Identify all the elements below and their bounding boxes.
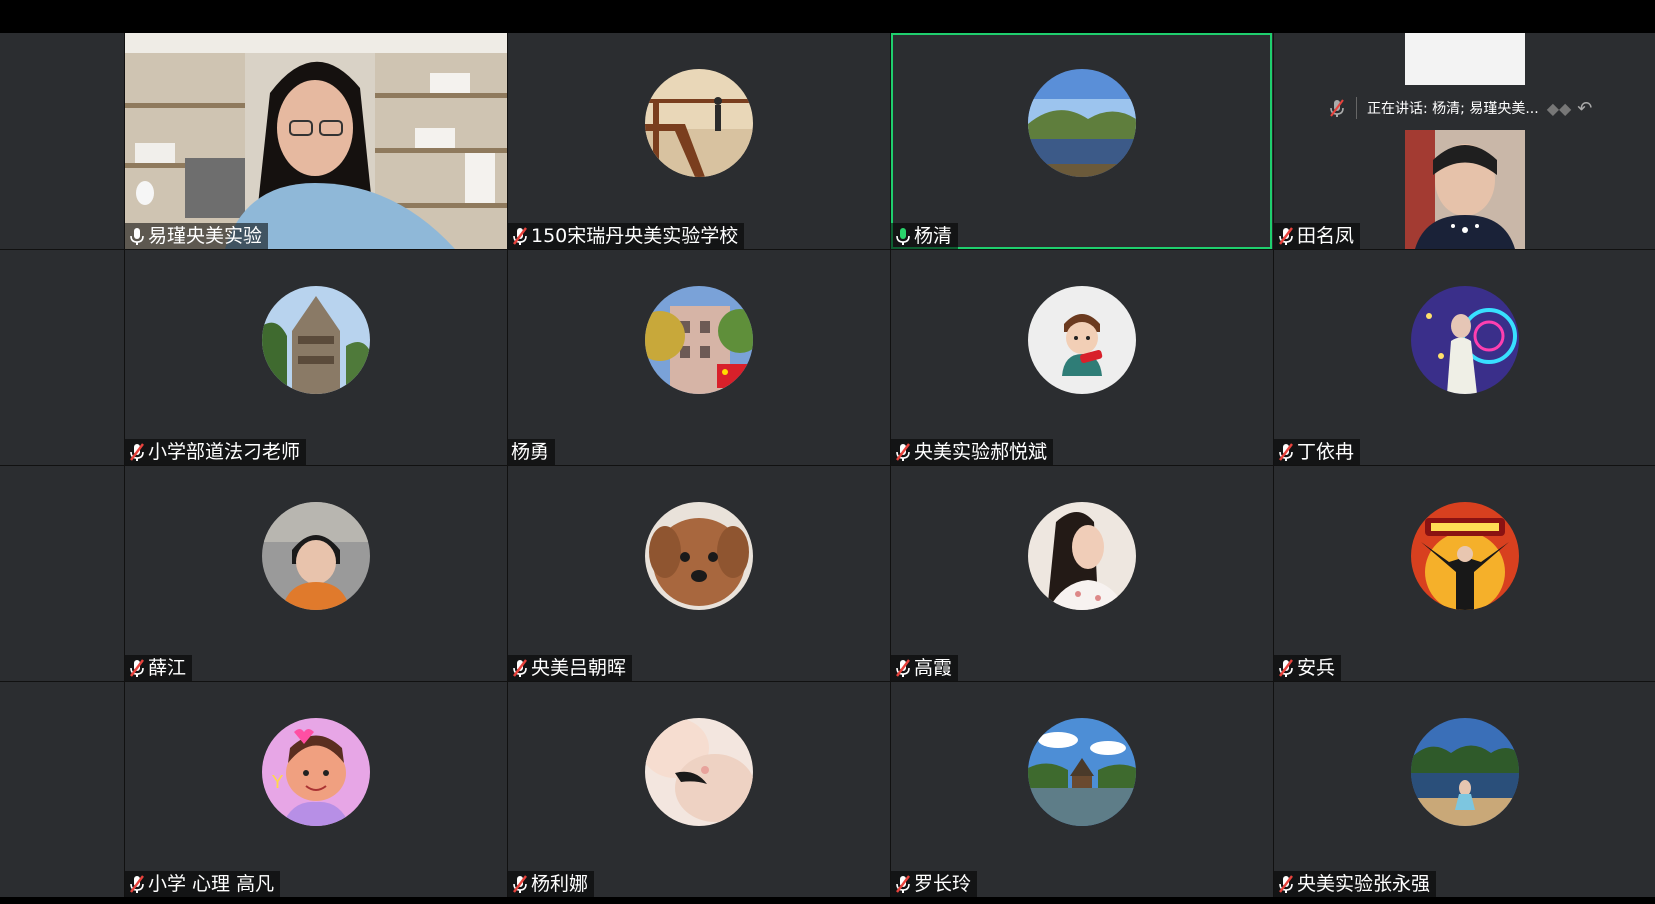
grid-divider: [0, 465, 1655, 466]
microphone-muted-icon: [1277, 442, 1295, 462]
avatar: [1410, 286, 1519, 394]
grid-divider: [507, 33, 508, 897]
microphone-muted-icon: [511, 658, 529, 678]
participant-name: 150宋瑞丹央美实验学校: [531, 225, 739, 247]
avatar: [1027, 502, 1136, 610]
microphone-icon: [128, 226, 146, 246]
participant-tile-1[interactable]: 易瑾央美实验: [125, 33, 507, 249]
participant-tile-11[interactable]: 高霞: [891, 466, 1272, 681]
participant-name: 杨勇: [511, 441, 550, 463]
participant-tile-9[interactable]: 薛江: [125, 466, 507, 681]
grid-divider: [1273, 33, 1274, 897]
microphone-muted-icon: [1277, 226, 1295, 246]
participant-name-label: 央美吕朝晖: [508, 655, 633, 681]
grid-divider: [0, 249, 1655, 250]
participant-name: 罗长玲: [914, 873, 972, 895]
participant-tile-10[interactable]: 央美吕朝晖: [508, 466, 889, 681]
participant-tile-5[interactable]: 小学部道法刁老师: [125, 250, 507, 465]
participant-name-label: 丁依冉: [1274, 439, 1361, 465]
top-bar: [0, 0, 1655, 33]
speaker-bar: 正在讲话: 杨清; 易瑾央美... ◆◆ ↶: [1328, 91, 1613, 125]
participant-tile-7[interactable]: 央美实验郝悦斌: [891, 250, 1272, 465]
microphone-muted-icon: [128, 874, 146, 894]
participant-tile-12[interactable]: 安兵: [1274, 466, 1655, 681]
participant-name: 央美实验张永强: [1297, 873, 1431, 895]
participant-name: 央美实验郝悦斌: [914, 441, 1048, 463]
microphone-speaking-icon: [894, 226, 912, 246]
participant-name-label: 安兵: [1274, 655, 1342, 681]
grid-divider: [0, 681, 1655, 682]
separator: [1356, 97, 1357, 119]
participant-video: [1405, 130, 1525, 249]
drag-handle-icon[interactable]: ◆◆: [1547, 99, 1572, 118]
avatar: [644, 502, 753, 610]
bottom-bar: [0, 897, 1655, 904]
participant-name-label: 小学部道法刁老师: [125, 439, 307, 465]
avatar: [1027, 718, 1136, 826]
microphone-muted-icon[interactable]: [1328, 98, 1346, 118]
avatar: [644, 69, 753, 177]
grid-divider: [124, 33, 125, 897]
participant-grid: 易瑾央美实验 150宋瑞丹央美实验学校 杨清 田名凤 小学部道法刁老师 杨勇 央…: [0, 33, 1655, 897]
participant-tile-15[interactable]: 罗长玲: [891, 682, 1272, 897]
avatar: [262, 502, 370, 610]
avatar: [1027, 286, 1136, 394]
participant-name-label: 易瑾央美实验: [125, 223, 269, 249]
microphone-muted-icon: [511, 874, 529, 894]
avatar: Y: [262, 718, 370, 826]
participant-name-label: 杨利娜: [508, 871, 595, 897]
microphone-muted-icon: [894, 442, 912, 462]
participant-name-label: 杨勇: [508, 439, 556, 465]
participant-name: 杨利娜: [531, 873, 589, 895]
microphone-muted-icon: [511, 226, 529, 246]
participant-name: 小学部道法刁老师: [148, 441, 301, 463]
participant-name-label: 150宋瑞丹央美实验学校: [508, 223, 745, 249]
participant-name: 丁依冉: [1297, 441, 1355, 463]
participant-video: [125, 33, 507, 249]
reply-arrow-icon[interactable]: ↶: [1577, 98, 1592, 119]
microphone-muted-icon: [894, 658, 912, 678]
avatar: [644, 718, 753, 826]
participant-tile-6[interactable]: 杨勇: [508, 250, 889, 465]
participant-name: 杨清: [914, 225, 953, 247]
participant-tile-13[interactable]: Y 小学 心理 高凡: [125, 682, 507, 897]
speaker-text: 正在讲话: 杨清; 易瑾央美...: [1367, 101, 1539, 117]
avatar: [1410, 502, 1519, 610]
participant-name-label: 罗长玲: [891, 871, 978, 897]
participant-tile-3[interactable]: 杨清: [891, 33, 1272, 249]
video-preview-box: [1405, 33, 1525, 85]
participant-name-label: 杨清: [891, 223, 959, 249]
participant-name-label: 薛江: [125, 655, 193, 681]
participant-name: 小学 心理 高凡: [148, 873, 275, 895]
participant-name-label: 高霞: [891, 655, 959, 681]
avatar: [644, 286, 753, 394]
avatar: [262, 286, 370, 394]
participant-tile-14[interactable]: 杨利娜: [508, 682, 889, 897]
participant-name: 央美吕朝晖: [531, 657, 627, 679]
participant-name-label: 央美实验郝悦斌: [891, 439, 1054, 465]
participant-tile-16[interactable]: 央美实验张永强: [1274, 682, 1655, 897]
microphone-muted-icon: [894, 874, 912, 894]
avatar: [1410, 718, 1519, 826]
grid-divider: [890, 33, 891, 897]
microphone-muted-icon: [128, 442, 146, 462]
participant-name-label: 田名凤: [1274, 223, 1361, 249]
participant-name: 安兵: [1297, 657, 1336, 679]
participant-name: 薛江: [148, 657, 187, 679]
participant-name-label: 小学 心理 高凡: [125, 871, 281, 897]
participant-name: 田名凤: [1297, 225, 1355, 247]
participant-name: 高霞: [914, 657, 953, 679]
microphone-muted-icon: [1277, 874, 1295, 894]
participant-tile-2[interactable]: 150宋瑞丹央美实验学校: [508, 33, 889, 249]
svg-text:Y: Y: [271, 772, 284, 793]
participant-name-label: 央美实验张永强: [1274, 871, 1437, 897]
participant-tile-8[interactable]: 丁依冉: [1274, 250, 1655, 465]
microphone-muted-icon: [1277, 658, 1295, 678]
avatar: [1027, 69, 1136, 177]
microphone-muted-icon: [128, 658, 146, 678]
participant-name: 易瑾央美实验: [148, 225, 263, 247]
